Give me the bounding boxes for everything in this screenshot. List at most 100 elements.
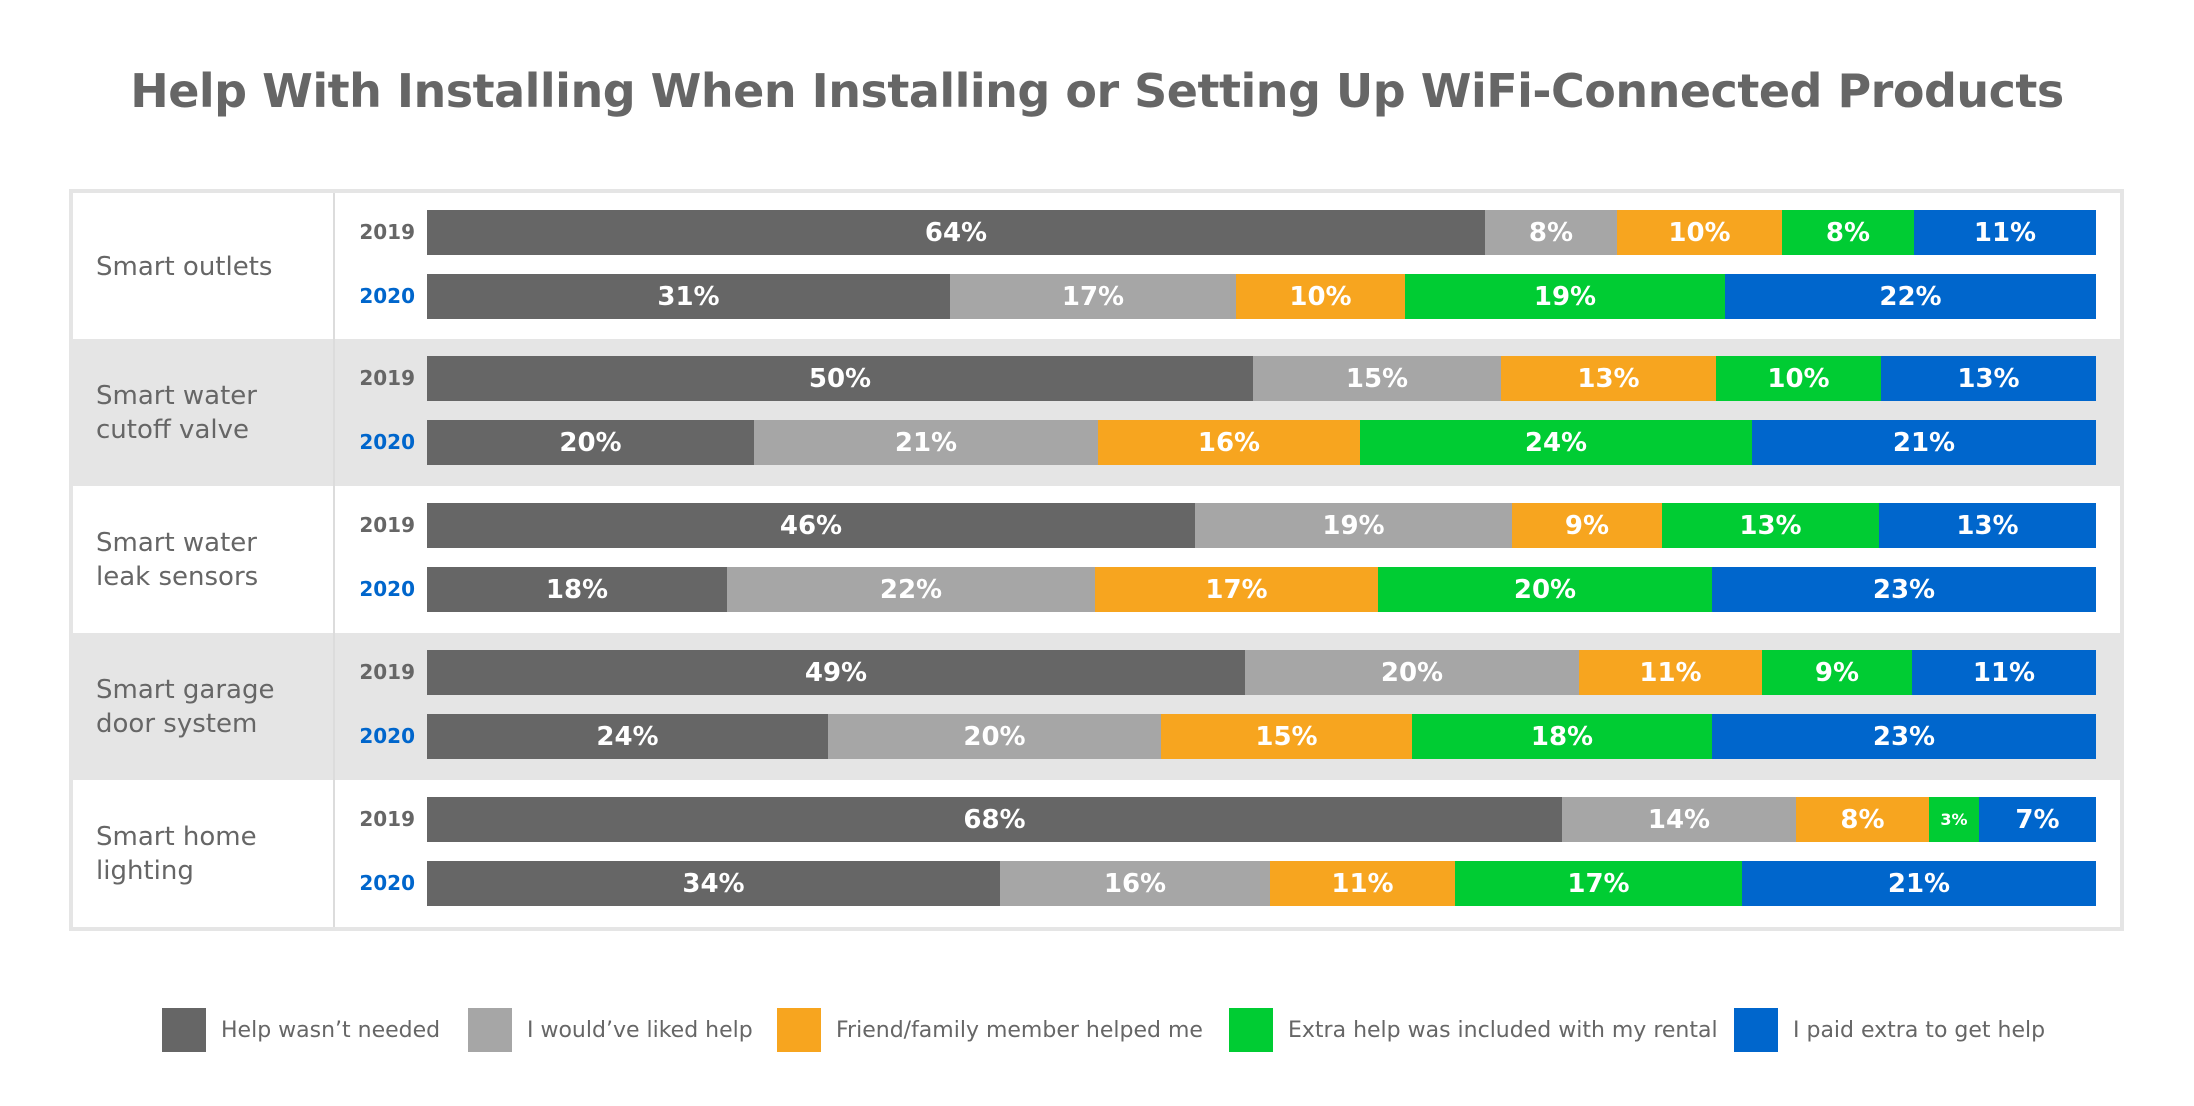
year-label: 2019 — [359, 807, 415, 831]
data-label: 9% — [1564, 510, 1610, 541]
bar-segment: 3% — [1929, 797, 1979, 842]
stacked-bar: 20% 21% 16% 24% 21% — [427, 420, 2096, 465]
data-label: 14% — [1647, 804, 1711, 835]
bar-segment: 20% — [1378, 567, 1712, 612]
data-label: 20% — [559, 427, 622, 458]
data-label: 7% — [2015, 804, 2060, 835]
year-label: 2019 — [359, 220, 415, 244]
data-label: 10% — [1289, 281, 1352, 312]
data-label: 64% — [924, 217, 988, 248]
bar-segment: 13% — [1881, 356, 2096, 401]
legend-item: Extra help was included with my rental — [1229, 1008, 1718, 1052]
data-label: 19% — [1533, 281, 1597, 312]
data-label: 11% — [1973, 217, 2037, 248]
category-label: Smart water cutoff valve — [96, 380, 257, 445]
bar-segment: 46% — [427, 503, 1195, 548]
bar-segment: 9% — [1762, 650, 1912, 695]
data-label: 8% — [1840, 804, 1885, 835]
legend-item: I paid extra to get help — [1734, 1008, 2045, 1052]
stacked-bar: 49% 20% 11% 9% 11% — [427, 650, 2096, 695]
bar-segment: 24% — [1360, 420, 1752, 465]
bar-segment: 15% — [1253, 356, 1501, 401]
year-label: 2020 — [359, 577, 415, 601]
data-label: 15% — [1345, 363, 1409, 394]
category-row: Smart outlets 2019 64% 8% 10% 8% 11% 2020 31% 17%… — [73, 193, 2120, 340]
data-label: 46% — [779, 510, 843, 541]
data-label: 23% — [1872, 574, 1936, 605]
data-label: 22% — [1879, 281, 1942, 312]
legend-label: Extra help was included with my rental — [1288, 1017, 1718, 1043]
stacked-bar: 18% 22% 17% 20% 23% — [427, 567, 2096, 612]
bar-segment: 8% — [1485, 210, 1617, 255]
stacked-bar: 46% 19% 9% 13% 13% — [427, 503, 2096, 548]
year-label: 2019 — [359, 513, 415, 537]
legend-swatch — [162, 1008, 206, 1052]
data-label: 13% — [1577, 363, 1640, 394]
data-label: 19% — [1322, 510, 1385, 541]
data-label: 11% — [1972, 657, 2036, 688]
bar-segment: 22% — [1725, 274, 2096, 319]
bar-segment: 10% — [1617, 210, 1782, 255]
bar-segment: 21% — [1752, 420, 2096, 465]
bar-segment: 20% — [1245, 650, 1579, 695]
bar-segment: 8% — [1796, 797, 1929, 842]
data-label: 16% — [1197, 427, 1261, 458]
bar-segment: 11% — [1914, 210, 2096, 255]
data-label: 24% — [1524, 427, 1588, 458]
bar-segment: 10% — [1236, 274, 1405, 319]
legend-swatch — [468, 1008, 512, 1052]
category-row: Smart home lighting 2019 68% 14% 8% 3% 7% 2020 3… — [73, 780, 2120, 927]
data-label: 17% — [1061, 281, 1125, 312]
bar-segment: 14% — [1562, 797, 1796, 842]
bar-segment: 20% — [427, 420, 754, 465]
legend-label: Friend/family member helped me — [836, 1017, 1203, 1043]
bar-segment: 31% — [427, 274, 950, 319]
legend-swatch — [1734, 1008, 1778, 1052]
year-label: 2020 — [359, 871, 415, 895]
bar-segment: 17% — [1455, 861, 1742, 906]
category-row: Smart water leak sensors 2019 46% 19% 9% 13% 1… — [73, 486, 2120, 633]
data-label: 13% — [1956, 510, 2019, 541]
stacked-bar: 24% 20% 15% 18% 23% — [427, 714, 2096, 759]
stacked-bar: 34% 16% 11% 17% 21% — [427, 861, 2096, 906]
year-label: 2020 — [359, 724, 415, 748]
stacked-bar: 68% 14% 8% 3% 7% — [427, 797, 2096, 842]
data-label: 21% — [1892, 427, 1956, 458]
bar-segment: 49% — [427, 650, 1245, 695]
data-label: 31% — [657, 281, 720, 312]
bar-segment: 15% — [1161, 714, 1412, 759]
chart-table: Smart outlets 2019 64% 8% 10% 8% 11% 2020 31% 17%… — [69, 189, 2124, 931]
bar-segment: 18% — [427, 567, 727, 612]
legend-label: Help wasn’t needed — [221, 1017, 441, 1043]
legend-swatch — [1229, 1008, 1273, 1052]
data-label: 15% — [1255, 721, 1318, 752]
category-label: Smart water leak sensors — [96, 527, 259, 592]
legend: Help wasn’t needed I would’ve liked help F… — [0, 1008, 2194, 1052]
bar-segment: 10% — [1716, 356, 1881, 401]
category-row: Smart garage door system 2019 49% 20% 11% 9% 1… — [73, 633, 2120, 780]
legend-item: Friend/family member helped me — [777, 1008, 1203, 1052]
year-label: 2019 — [359, 366, 415, 390]
data-label: 3% — [1940, 810, 1968, 829]
bar-segment: 64% — [427, 210, 1485, 255]
data-label: 8% — [1825, 217, 1871, 248]
bar-segment: 11% — [1270, 861, 1455, 906]
bar-segment: 20% — [828, 714, 1161, 759]
data-label: 10% — [1668, 217, 1731, 248]
category-row: Smart water cutoff valve 2019 50% 15% 13% 10%… — [73, 339, 2120, 486]
data-label: 20% — [963, 721, 1026, 752]
data-label: 21% — [894, 427, 958, 458]
data-label: 68% — [963, 804, 1026, 835]
stacked-bar: 31% 17% 10% 19% 22% — [427, 274, 2096, 319]
year-label: 2020 — [359, 430, 415, 454]
data-label: 10% — [1767, 363, 1830, 394]
bar-segment: 17% — [1095, 567, 1378, 612]
bar-segment: 16% — [1098, 420, 1360, 465]
data-label: 16% — [1103, 868, 1167, 899]
bar-segment: 13% — [1662, 503, 1879, 548]
bar-segment: 7% — [1979, 797, 2096, 842]
bar-segment: 17% — [950, 274, 1236, 319]
bar-segment: 11% — [1579, 650, 1762, 695]
legend-label: I would’ve liked help — [527, 1017, 753, 1043]
data-label: 24% — [596, 721, 659, 752]
